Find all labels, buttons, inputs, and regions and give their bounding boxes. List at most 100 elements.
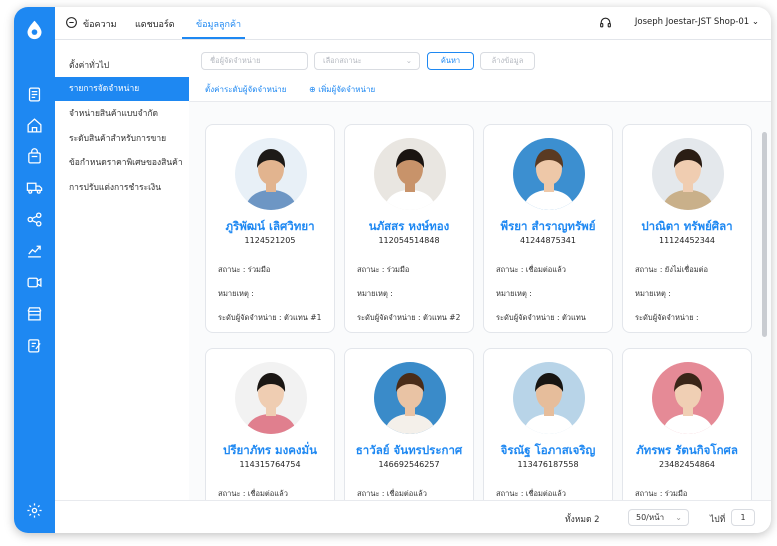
status-value: ร่วมมือ	[386, 265, 410, 274]
distributor-name: ภูริพัฒน์ เลิศวิทยา	[225, 219, 315, 233]
distributor-card[interactable]: นภัสสร หงษ์ทอง 112054514848 สถานะ : ร่วมมื…	[344, 124, 474, 333]
note-label: หมายเหตุ :	[635, 289, 671, 298]
distributor-card[interactable]: จิรณัฐ โอภาสเจริญ 113476187558 สถานะ : เชื…	[483, 348, 613, 500]
user-menu[interactable]: Joseph Joestar-JST Shop-01 ⌄	[635, 17, 759, 27]
tab-dashboard[interactable]: แดชบอร์ด	[135, 17, 175, 31]
status-label: สถานะ :	[496, 489, 524, 498]
add-distributor-link[interactable]: ⊕ เพิ่มผู้จัดจำหน่าย	[309, 83, 375, 96]
vertical-scrollbar[interactable]	[762, 132, 767, 337]
distributor-card[interactable]: พีรยา สำราญทรัพย์ 41244875341 สถานะ : เชื่…	[483, 124, 613, 333]
status-value: ยังไม่เชื่อมต่อ	[664, 265, 709, 274]
edit-icon[interactable]	[26, 337, 43, 354]
level-field: ระดับผู้จัดจำหน่าย : ตัวแทน	[496, 312, 586, 324]
icon-rail	[14, 7, 55, 533]
sidebar-item-distributors[interactable]: รายการจัดจำหน่าย	[55, 77, 189, 101]
sidebar-item-limited-sales[interactable]: จำหน่ายสินค้าแบบจำกัด	[55, 102, 189, 126]
chevron-down-icon: ⌄	[405, 56, 412, 65]
add-distributor-label: เพิ่มผู้จัดจำหน่าย	[318, 85, 376, 94]
home-icon[interactable]	[26, 117, 43, 134]
chat-icon	[66, 17, 77, 28]
distributor-name: ปาณิตา ทรัพย์ศิลา	[641, 219, 733, 233]
status-field: สถานะ : ร่วมมือ	[218, 264, 270, 276]
status-label: สถานะ :	[357, 489, 385, 498]
status-select-placeholder: เลือกสถานะ	[323, 56, 362, 65]
distributor-name: ปรียาภัทร มงคงมั่น	[223, 443, 317, 457]
level-label: ระดับผู้จัดจำหน่าย :	[635, 313, 699, 322]
document-icon[interactable]	[26, 86, 43, 103]
distributor-card[interactable]: ธาวัลย์ จันทรประกาศ 146692546257 สถานะ : เ…	[344, 348, 474, 500]
distributor-name: ภัทรพร รัตนกิจโกศล	[636, 443, 738, 457]
level-label: ระดับผู้จัดจำหน่าย :	[496, 313, 560, 322]
note-field: หมายเหตุ :	[635, 288, 671, 300]
note-field: หมายเหตุ :	[218, 288, 254, 300]
status-field: สถานะ : เชื่อมต่อแล้ว	[218, 488, 288, 500]
status-field: สถานะ : ยังไม่เชื่อมต่อ	[635, 264, 708, 276]
goto-page-input[interactable]: 1	[731, 509, 755, 526]
distributor-card[interactable]: ภัทรพร รัตนกิจโกศล 23482454864 สถานะ : ร่ว…	[622, 348, 752, 500]
settings-icon[interactable]	[26, 502, 43, 519]
distributor-name-input[interactable]: ชื่อผู้จัดจำหน่าย	[201, 52, 308, 70]
bag-icon[interactable]	[26, 148, 43, 165]
video-icon[interactable]	[26, 274, 43, 291]
level-value: ตัวแทน #2	[422, 313, 461, 322]
distributor-name: จิรณัฐ โอภาสเจริญ	[500, 443, 596, 457]
sidebar-item-special-pricing[interactable]: ข้อกำหนดราคาพิเศษของสินค้า	[55, 151, 189, 175]
search-button[interactable]: ค้นหา	[427, 52, 474, 70]
level-field: ระดับผู้จัดจำหน่าย :	[635, 312, 699, 324]
distributor-card[interactable]: ปรียาภัทร มงคงมั่น 114315764754 สถานะ : เช…	[205, 348, 335, 500]
distributor-code: 112054514848	[378, 236, 440, 245]
note-label: หมายเหตุ :	[496, 289, 532, 298]
store-icon[interactable]	[26, 305, 43, 322]
clear-button[interactable]: ล้างข้อมูล	[480, 52, 535, 70]
status-value: เชื่อมต่อแล้ว	[247, 489, 288, 498]
status-field: สถานะ : เชื่อมต่อแล้ว	[357, 488, 427, 500]
status-label: สถานะ :	[635, 265, 663, 274]
goto-label: ไปที่	[710, 515, 726, 525]
sidebar-item-payment[interactable]: การปรับแต่งการชำระเงิน	[55, 176, 189, 200]
status-field: สถานะ : ร่วมมือ	[357, 264, 409, 276]
truck-icon[interactable]	[26, 179, 43, 196]
level-field: ระดับผู้จัดจำหน่าย : ตัวแทน #2	[357, 312, 460, 324]
level-label: ระดับผู้จัดจำหน่าย :	[357, 313, 421, 322]
status-field: สถานะ : เชื่อมต่อแล้ว	[496, 264, 566, 276]
total-count: ทั้งหมด 2	[565, 515, 600, 525]
avatar	[374, 362, 446, 434]
note-field: หมายเหตุ :	[496, 288, 532, 300]
avatar	[374, 138, 446, 210]
status-label: สถานะ :	[635, 489, 663, 498]
distributor-name: ธาวัลย์ จันทรประกาศ	[355, 443, 463, 457]
level-label: ระดับผู้จัดจำหน่าย :	[218, 313, 282, 322]
status-label: สถานะ :	[357, 265, 385, 274]
top-bar: ข้อความ แดชบอร์ด ข้อมูลลูกค้า Joseph Joe…	[55, 7, 771, 40]
distributor-code: 146692546257	[378, 460, 440, 469]
logo-icon[interactable]	[24, 19, 45, 40]
distributor-code: 114315764754	[239, 460, 301, 469]
avatar	[235, 138, 307, 210]
sidebar-item-product-levels[interactable]: ระดับสินค้าสำหรับการขาย	[55, 127, 189, 151]
distributor-code: 1124521205	[244, 236, 296, 245]
distributor-card[interactable]: ปาณิตา ทรัพย์ศิลา 11124452344 สถานะ : ยังไ…	[622, 124, 752, 333]
level-value: ตัวแทน #1	[283, 313, 322, 322]
distributor-code: 41244875341	[520, 236, 576, 245]
share-icon[interactable]	[26, 211, 43, 228]
status-value: ร่วมมือ	[247, 265, 271, 274]
avatar	[652, 138, 724, 210]
status-select[interactable]: เลือกสถานะ ⌄	[314, 52, 420, 70]
sidebar-item-general[interactable]: ตั้งค่าทั่วไป	[55, 54, 189, 78]
level-field: ระดับผู้จัดจำหน่าย : ตัวแทน #1	[218, 312, 321, 324]
tab-customer-info[interactable]: ข้อมูลลูกค้า	[196, 17, 241, 31]
page-size-select[interactable]: 50/หน้า ⌄	[628, 509, 689, 526]
chevron-down-icon: ⌄	[751, 17, 759, 27]
distributor-level-link[interactable]: ตั้งค่าระดับผู้จัดจำหน่าย	[205, 83, 286, 96]
plus-circle-icon: ⊕	[309, 85, 316, 94]
chart-icon[interactable]	[26, 242, 43, 259]
status-value: เชื่อมต่อแล้ว	[386, 489, 427, 498]
distributor-code: 23482454864	[659, 460, 715, 469]
status-field: สถานะ : เชื่อมต่อแล้ว	[496, 488, 566, 500]
distributor-card[interactable]: ภูริพัฒน์ เลิศวิทยา 1124521205 สถานะ : ร่ว…	[205, 124, 335, 333]
user-name: Joseph Joestar-JST Shop-01	[634, 17, 750, 27]
tab-messages[interactable]: ข้อความ	[83, 17, 117, 31]
main-content: ชื่อผู้จัดจำหน่าย เลือกสถานะ ⌄ ค้นหา ล้า…	[189, 40, 771, 500]
avatar	[513, 138, 585, 210]
chevron-down-icon: ⌄	[675, 513, 682, 522]
